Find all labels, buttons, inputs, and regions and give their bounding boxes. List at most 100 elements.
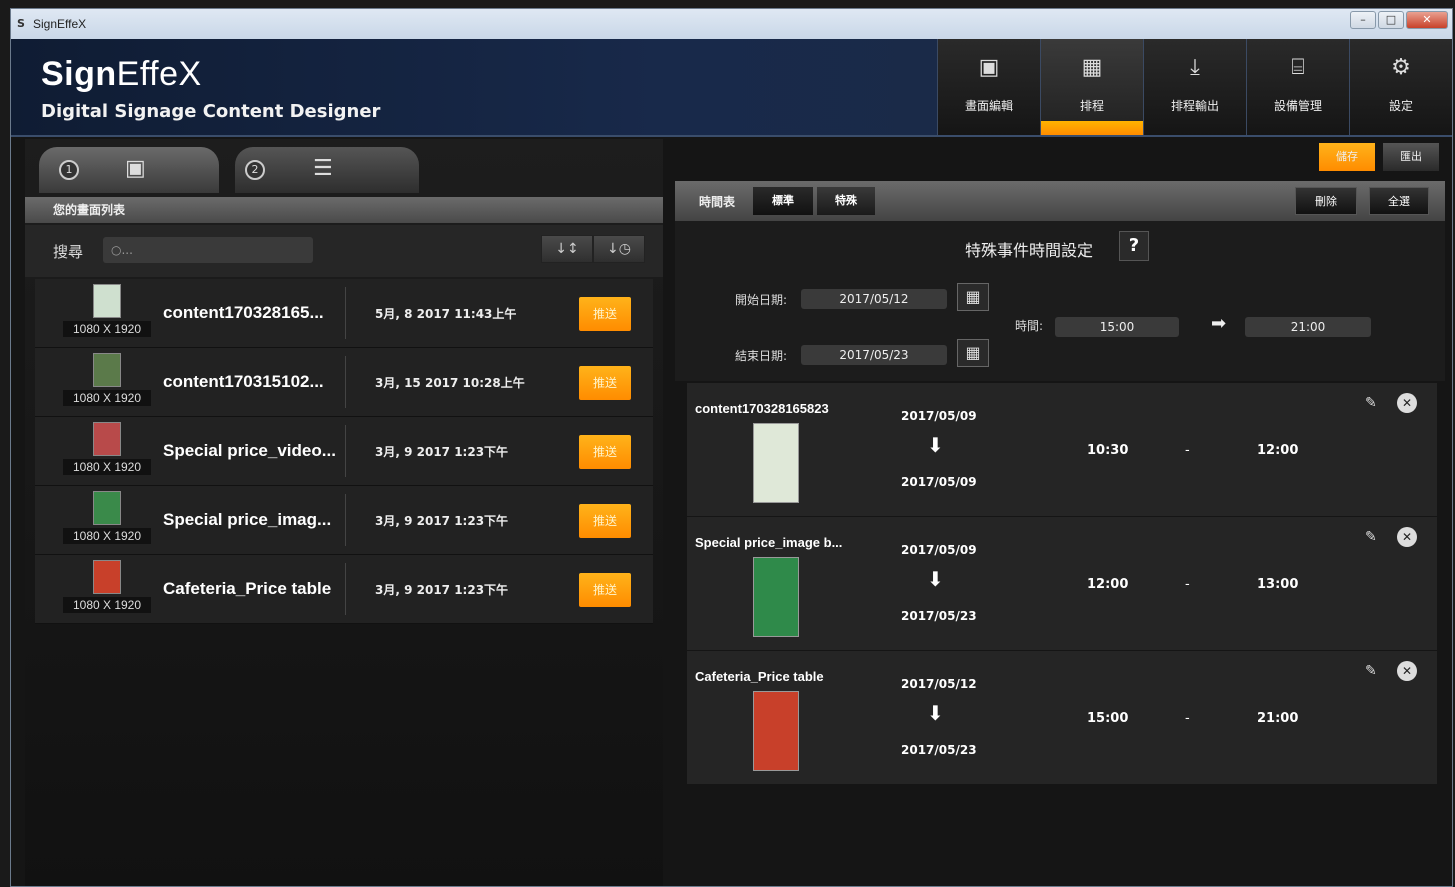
start-date-field[interactable]: 2017/05/12 (801, 289, 947, 309)
push-button[interactable]: 推送 (579, 504, 631, 538)
image-icon: ▣ (125, 156, 146, 181)
schedule-pane: 儲存 匯出 時間表 標準 特殊 刪除 全選 特殊事件時間設定 ? 開始日期: 2… (675, 139, 1445, 886)
nav-label: 排程輸出 (1170, 99, 1219, 113)
edit-icon[interactable]: ✎ (1365, 529, 1377, 545)
brand-logo: SignEffeX (41, 55, 202, 93)
divider (345, 425, 346, 477)
close-icon[interactable]: ✕ (1397, 527, 1417, 547)
nav-label: 設備管理 (1273, 99, 1322, 113)
time-separator: - (1185, 577, 1190, 592)
time-separator: - (1185, 711, 1190, 726)
nav-router[interactable]: ⌸ 設備管理 (1246, 39, 1349, 135)
list-item[interactable]: 1080 X 1920 Cafeteria_Price table 3月, 9 … (35, 555, 653, 624)
content-date: 3月, 9 2017 1:23下午 (375, 583, 509, 597)
export-button[interactable]: 匯出 (1383, 143, 1439, 171)
minimize-button[interactable]: – (1350, 11, 1376, 29)
resolution-label: 1080 X 1920 (63, 597, 151, 613)
app-window: S SignEffeX – □ ✕ SignEffeX Digital Sign… (10, 8, 1453, 887)
nav-label: 排程 (1079, 99, 1104, 113)
download-icon: ⤓ (1190, 55, 1200, 80)
event-thumbnail (753, 691, 799, 771)
tab-list[interactable]: 2 ☰ (235, 147, 419, 193)
list-item[interactable]: 1080 X 1920 content170315102... 3月, 15 2… (35, 348, 653, 417)
content-thumbnail (93, 560, 121, 594)
divider (345, 563, 346, 615)
nav-calendar[interactable]: ▦ 排程 (1040, 39, 1143, 135)
event-end-time: 21:00 (1257, 711, 1299, 726)
event-start-time: 15:00 (1087, 711, 1129, 726)
tab-standard[interactable]: 標準 (753, 187, 813, 215)
search-input[interactable]: ○... (103, 237, 313, 263)
arrow-right-icon: ➡ (1211, 313, 1227, 334)
time-separator: - (1185, 443, 1190, 458)
event-end-date: 2017/05/23 (901, 609, 977, 623)
content-name: Special price_imag... (163, 510, 332, 529)
push-button[interactable]: 推送 (579, 573, 631, 607)
content-date: 3月, 15 2017 10:28上午 (375, 376, 525, 390)
delete-button[interactable]: 刪除 (1295, 187, 1357, 215)
resolution-label: 1080 X 1920 (63, 528, 151, 544)
content-thumbnail (93, 284, 121, 318)
maximize-button[interactable]: □ (1378, 11, 1404, 29)
time-from-field[interactable]: 15:00 (1055, 317, 1179, 337)
help-button[interactable]: ? (1119, 231, 1149, 261)
push-button[interactable]: 推送 (579, 366, 631, 400)
app-header: SignEffeX Digital Signage Content Design… (11, 39, 1452, 137)
sort-name-button[interactable]: ↓↕ (541, 235, 593, 263)
tab-special[interactable]: 特殊 (817, 187, 875, 215)
time-to-field[interactable]: 21:00 (1245, 317, 1371, 337)
divider (345, 356, 346, 408)
event-thumbnail (753, 423, 799, 503)
close-icon[interactable]: ✕ (1397, 393, 1417, 413)
event-row[interactable]: Special price_image b... 2017/05/09 ⬇ 20… (687, 517, 1437, 651)
content-thumbnail (93, 422, 121, 456)
arrow-down-icon: ⬇ (927, 433, 944, 457)
special-event-settings: 特殊事件時間設定 ? 開始日期: 2017/05/12 ▦ 結束日期: 2017… (675, 221, 1445, 381)
timetable-title: 時間表 (699, 195, 736, 209)
router-icon: ⌸ (1291, 55, 1305, 80)
list-item[interactable]: 1080 X 1920 Special price_imag... 3月, 9 … (35, 486, 653, 555)
timetable-header: 時間表 標準 特殊 刪除 全選 (675, 181, 1445, 221)
event-name: Cafeteria_Price table (695, 669, 824, 684)
image-edit-icon: ▣ (978, 55, 1000, 80)
event-list: content170328165823 2017/05/09 ⬇ 2017/05… (687, 383, 1437, 785)
sort-date-button[interactable]: ↓◷ (593, 235, 645, 263)
event-row[interactable]: Cafeteria_Price table 2017/05/12 ⬇ 2017/… (687, 651, 1437, 785)
arrow-down-icon: ⬇ (927, 567, 944, 591)
edit-icon[interactable]: ✎ (1365, 663, 1377, 679)
event-end-date: 2017/05/09 (901, 475, 977, 489)
content-thumbnail (93, 491, 121, 525)
content-name: content170315102... (163, 372, 324, 391)
app-subtitle: Digital Signage Content Designer (41, 101, 381, 122)
push-button[interactable]: 推送 (579, 297, 631, 331)
nav-download[interactable]: ⤓ 排程輸出 (1143, 39, 1246, 135)
search-label: 搜尋 (53, 243, 84, 261)
list-item[interactable]: 1080 X 1920 Special price_video... 3月, 9… (35, 417, 653, 486)
content-list: 1080 X 1920 content170328165... 5月, 8 20… (35, 279, 653, 624)
list-item[interactable]: 1080 X 1920 content170328165... 5月, 8 20… (35, 279, 653, 348)
divider (345, 494, 346, 546)
nav-gear[interactable]: ⚙ 設定 (1349, 39, 1452, 135)
content-name: Cafeteria_Price table (163, 579, 332, 598)
gear-icon: ⚙ (1391, 55, 1411, 80)
end-date-label: 結束日期: (735, 349, 788, 363)
select-all-button[interactable]: 全選 (1369, 187, 1429, 215)
close-icon[interactable]: ✕ (1397, 661, 1417, 681)
arrow-down-icon: ⬇ (927, 701, 944, 725)
title-bar: S SignEffeX – □ ✕ (11, 9, 1452, 39)
close-button[interactable]: ✕ (1406, 11, 1448, 29)
calendar-icon[interactable]: ▦ (957, 339, 989, 367)
nav-image-edit[interactable]: ▣ 畫面編輯 (937, 39, 1040, 135)
window-controls: – □ ✕ (1350, 11, 1448, 29)
end-date-field[interactable]: 2017/05/23 (801, 345, 947, 365)
push-button[interactable]: 推送 (579, 435, 631, 469)
save-button[interactable]: 儲存 (1319, 143, 1375, 171)
edit-icon[interactable]: ✎ (1365, 395, 1377, 411)
calendar-icon: ▦ (1081, 55, 1103, 80)
content-name: Special price_video... (163, 441, 336, 460)
calendar-icon[interactable]: ▦ (957, 283, 989, 311)
top-actions: 儲存 匯出 (1319, 143, 1439, 171)
tab-screens[interactable]: 1 ▣ (39, 147, 219, 193)
content-thumbnail (93, 353, 121, 387)
event-row[interactable]: content170328165823 2017/05/09 ⬇ 2017/05… (687, 383, 1437, 517)
